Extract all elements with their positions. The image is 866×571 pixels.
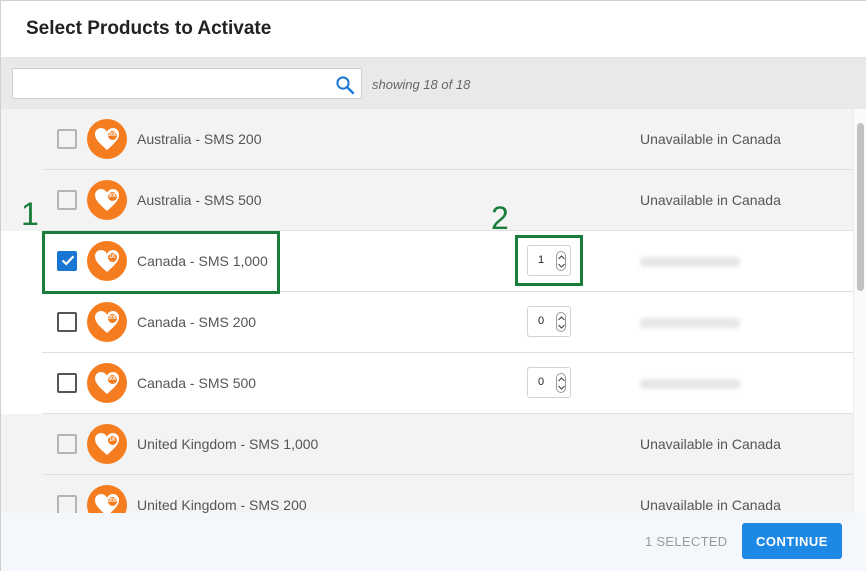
product-name: Australia - SMS 200: [137, 131, 262, 147]
dialog-title: Select Products to Activate: [26, 18, 272, 39]
highlight-box-2: [515, 235, 583, 286]
up-down-chevron-icon[interactable]: [556, 373, 566, 393]
availability-status: Unavailable in Canada: [640, 192, 781, 208]
selected-count: 1 SELECTED: [645, 534, 728, 549]
product-list: 200 Australia - SMS 200 Unavailable in C…: [1, 109, 853, 513]
product-checkbox[interactable]: [57, 495, 77, 513]
quantity-stepper[interactable]: 0: [527, 367, 571, 398]
heart-logo-icon: 500: [87, 180, 127, 220]
product-name: Canada - SMS 200: [137, 314, 257, 330]
product-name: United Kingdom - SMS 1,000: [137, 436, 319, 452]
product-row: 200 United Kingdom - SMS 200 Unavailable…: [1, 475, 853, 513]
product-checkbox[interactable]: [57, 312, 77, 332]
product-checkbox[interactable]: [57, 434, 77, 454]
quantity-value: 0: [538, 376, 545, 388]
product-name: United Kingdom - SMS 200: [137, 497, 307, 513]
product-badge: 200: [107, 313, 118, 324]
list-scrollbar[interactable]: [853, 109, 866, 513]
annotation-label-2: 2: [491, 200, 509, 236]
product-row: 500 Australia - SMS 500 Unavailable in C…: [1, 170, 853, 231]
heart-logo-icon: 200: [87, 302, 127, 342]
product-row: 500 Canada - SMS 500 0: [1, 353, 853, 414]
search-input[interactable]: [19, 74, 329, 94]
product-row: 200 Canada - SMS 200 0: [1, 292, 853, 353]
product-badge: 200: [107, 496, 118, 507]
search-icon[interactable]: [335, 75, 355, 95]
price-redacted: [640, 318, 740, 328]
search-bar: showing 18 of 18: [1, 58, 866, 109]
heart-logo-icon: 200: [87, 485, 127, 513]
product-name: Canada - SMS 500: [137, 375, 257, 391]
price-redacted: [640, 257, 740, 267]
product-checkbox[interactable]: [57, 190, 77, 210]
availability-status: Unavailable in Canada: [640, 436, 781, 452]
heart-logo-icon: 500: [87, 363, 127, 403]
availability-status: Unavailable in Canada: [640, 131, 781, 147]
select-products-dialog: Select Products to Activate showing 18 o…: [0, 0, 866, 571]
availability-status: Unavailable in Canada: [640, 497, 781, 513]
heart-logo-icon: 1K: [87, 424, 127, 464]
product-badge: 500: [107, 374, 118, 385]
annotation-label-1: 1: [21, 196, 39, 232]
dialog-footer: 1 SELECTED CONTINUE: [1, 513, 866, 571]
product-row: 1K United Kingdom - SMS 1,000 Unavailabl…: [1, 414, 853, 475]
product-checkbox[interactable]: [57, 129, 77, 149]
up-down-chevron-icon[interactable]: [556, 312, 566, 332]
scroll-thumb[interactable]: [857, 123, 864, 291]
dialog-header: Select Products to Activate: [1, 1, 866, 58]
heart-logo-icon: 200: [87, 119, 127, 159]
product-badge: 500: [107, 191, 118, 202]
quantity-value: 0: [538, 315, 545, 327]
product-badge: 200: [107, 130, 118, 141]
product-checkbox[interactable]: [57, 373, 77, 393]
product-badge: 1K: [107, 435, 118, 446]
highlight-box-1: [42, 231, 280, 294]
quantity-stepper[interactable]: 0: [527, 306, 571, 337]
results-count: showing 18 of 18: [372, 77, 471, 92]
price-redacted: [640, 379, 740, 389]
continue-button[interactable]: CONTINUE: [742, 523, 842, 559]
search-box[interactable]: [12, 68, 362, 99]
product-row: 200 Australia - SMS 200 Unavailable in C…: [1, 109, 853, 170]
product-name: Australia - SMS 500: [137, 192, 262, 208]
